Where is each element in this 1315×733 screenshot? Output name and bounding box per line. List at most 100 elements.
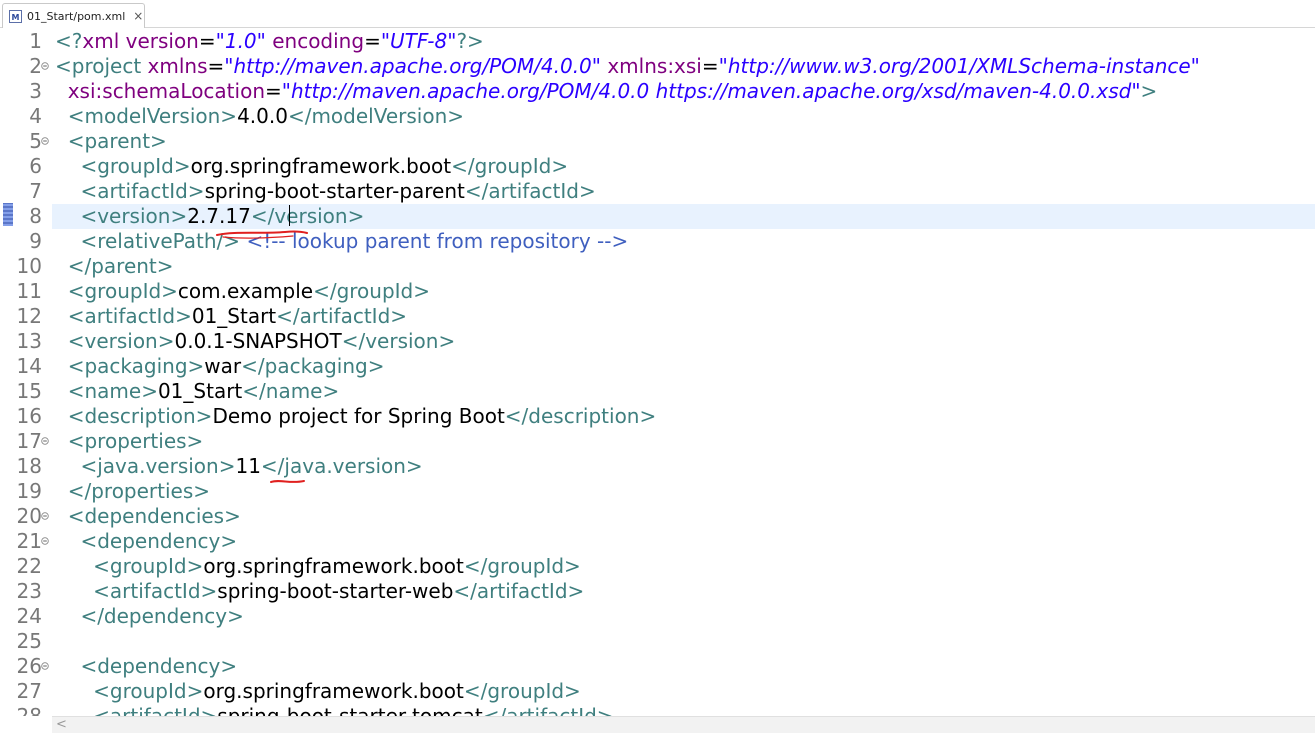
line-number: 5: [29, 129, 42, 153]
code-token: </modelVersion>: [287, 104, 465, 128]
fold-toggle-icon[interactable]: [41, 437, 49, 445]
line-number: 12: [16, 304, 42, 328]
code-token: </artifactId>: [453, 579, 585, 603]
code-text[interactable]: <artifactId>spring-boot-starter-tomcat</…: [55, 704, 614, 716]
code-text[interactable]: <artifactId>01_Start</artifactId>: [55, 304, 407, 329]
code-line[interactable]: [0, 629, 1315, 654]
code-token: =: [701, 54, 719, 78]
tab-pom-xml[interactable]: M 01_Start/pom.xml ×: [2, 3, 145, 28]
line-number: 6: [29, 154, 42, 178]
code-token: xmlns:xsi: [607, 54, 702, 78]
code-text[interactable]: <groupId>org.springframework.boot</group…: [55, 554, 581, 579]
code-text[interactable]: <groupId>org.springframework.boot</group…: [55, 679, 581, 704]
code-token: </description>: [504, 404, 657, 428]
fold-toggle-icon[interactable]: [41, 512, 49, 520]
code-token: </groupId>: [313, 279, 431, 303]
line-number: 14: [16, 354, 42, 378]
code-token: </artifactId>: [482, 704, 614, 716]
code-token: "1.0": [215, 29, 266, 53]
code-text[interactable]: </properties>: [55, 479, 210, 504]
code-text[interactable]: <parent>: [55, 129, 167, 154]
code-text[interactable]: </dependency>: [55, 604, 243, 629]
code-token: </java.version>: [260, 454, 423, 478]
xml-editor[interactable]: 1 <?xml version="1.0" encoding="UTF-8"?> 2…: [0, 28, 1315, 716]
code-text[interactable]: <version>0.0.1-SNAPSHOT</version>: [55, 329, 456, 354]
code-text[interactable]: <artifactId>spring-boot-starter-web</art…: [55, 579, 584, 604]
line-number: 23: [16, 579, 42, 603]
code-text[interactable]: <project xmlns="http://maven.apache.org/…: [55, 54, 1200, 79]
code-token: </groupId>: [463, 679, 581, 703]
code-token: org.springframework.boot: [190, 154, 452, 178]
fold-toggle-icon[interactable]: [41, 62, 49, 70]
line-number: 21: [16, 529, 42, 553]
code-text[interactable]: <?xml version="1.0" encoding="UTF-8"?>: [55, 29, 484, 54]
scroll-left-icon[interactable]: <: [56, 717, 67, 733]
code-line[interactable]: [0, 129, 1315, 154]
code-token: <groupId>: [80, 154, 191, 178]
code-token: <groupId>: [93, 554, 204, 578]
code-token: org.springframework.boot: [203, 679, 464, 703]
close-tab-icon[interactable]: ×: [133, 10, 143, 22]
code-token: 0.0.1-SNAPSHOT: [174, 329, 342, 353]
code-text[interactable]: </parent>: [55, 254, 174, 279]
code-token: <?: [55, 29, 83, 53]
code-token: 4.0.0: [237, 104, 288, 128]
code-text[interactable]: <dependency>: [55, 529, 237, 554]
code-token: <packaging>: [67, 354, 205, 378]
code-text[interactable]: <java.version>11</java.version>: [55, 454, 423, 479]
code-line[interactable]: [0, 254, 1315, 279]
fold-toggle-icon[interactable]: [41, 662, 49, 670]
code-token: </groupId>: [463, 554, 581, 578]
code-token: "http://maven.apache.org/POM/4.0.0 https…: [281, 79, 1141, 103]
code-text[interactable]: <groupId>org.springframework.boot</group…: [55, 154, 568, 179]
scroll-corner: [0, 716, 52, 733]
horizontal-scrollbar[interactable]: <: [52, 716, 1315, 733]
code-text[interactable]: <name>01_Start</name>: [55, 379, 340, 404]
fold-toggle-icon[interactable]: [41, 137, 49, 145]
code-token: org.springframework.boot: [203, 554, 464, 578]
code-token: </parent>: [67, 254, 174, 278]
code-text[interactable]: <properties>: [55, 429, 204, 454]
maven-file-icon: M: [9, 9, 22, 23]
code-token: encoding: [272, 29, 365, 53]
code-text[interactable]: xsi:schemaLocation="http://maven.apache.…: [55, 79, 1158, 104]
code-text[interactable]: <modelVersion>4.0.0</modelVersion>: [55, 104, 464, 129]
code-token: Demo project for Spring Boot: [212, 404, 505, 428]
code-token: >: [1140, 79, 1158, 103]
code-token: spring-boot-starter-web: [217, 579, 454, 603]
code-token: <description>: [67, 404, 213, 428]
fold-toggle-icon[interactable]: [41, 537, 49, 545]
code-token: <parent>: [67, 129, 167, 153]
editor-tab-bar: M 01_Start/pom.xml ×: [0, 0, 1315, 28]
code-token: <artifactId>: [80, 179, 205, 203]
code-text[interactable]: <groupId>com.example</groupId>: [55, 279, 430, 304]
code-text[interactable]: <relativePath/> <!-- lookup parent from …: [55, 229, 628, 254]
line-number: 10: [16, 254, 42, 278]
line-number: 19: [16, 479, 42, 503]
code-token: <artifactId>: [93, 704, 218, 716]
code-text[interactable]: <dependency>: [55, 654, 237, 679]
code-text[interactable]: <packaging>war</packaging>: [55, 354, 385, 379]
code-text[interactable]: <description>Demo project for Spring Boo…: [55, 404, 657, 429]
line-number: 15: [16, 379, 42, 403]
code-text[interactable]: <artifactId>spring-boot-starter-parent</…: [55, 179, 595, 204]
code-text[interactable]: <version>2.7.17</version>: [55, 204, 364, 229]
code-token: <dependency>: [80, 654, 238, 678]
code-token: spring-boot-starter-parent: [204, 179, 465, 203]
code-text[interactable]: <dependencies>: [55, 504, 241, 529]
code-token: <properties>: [67, 429, 204, 453]
line-number: 9: [29, 229, 42, 253]
